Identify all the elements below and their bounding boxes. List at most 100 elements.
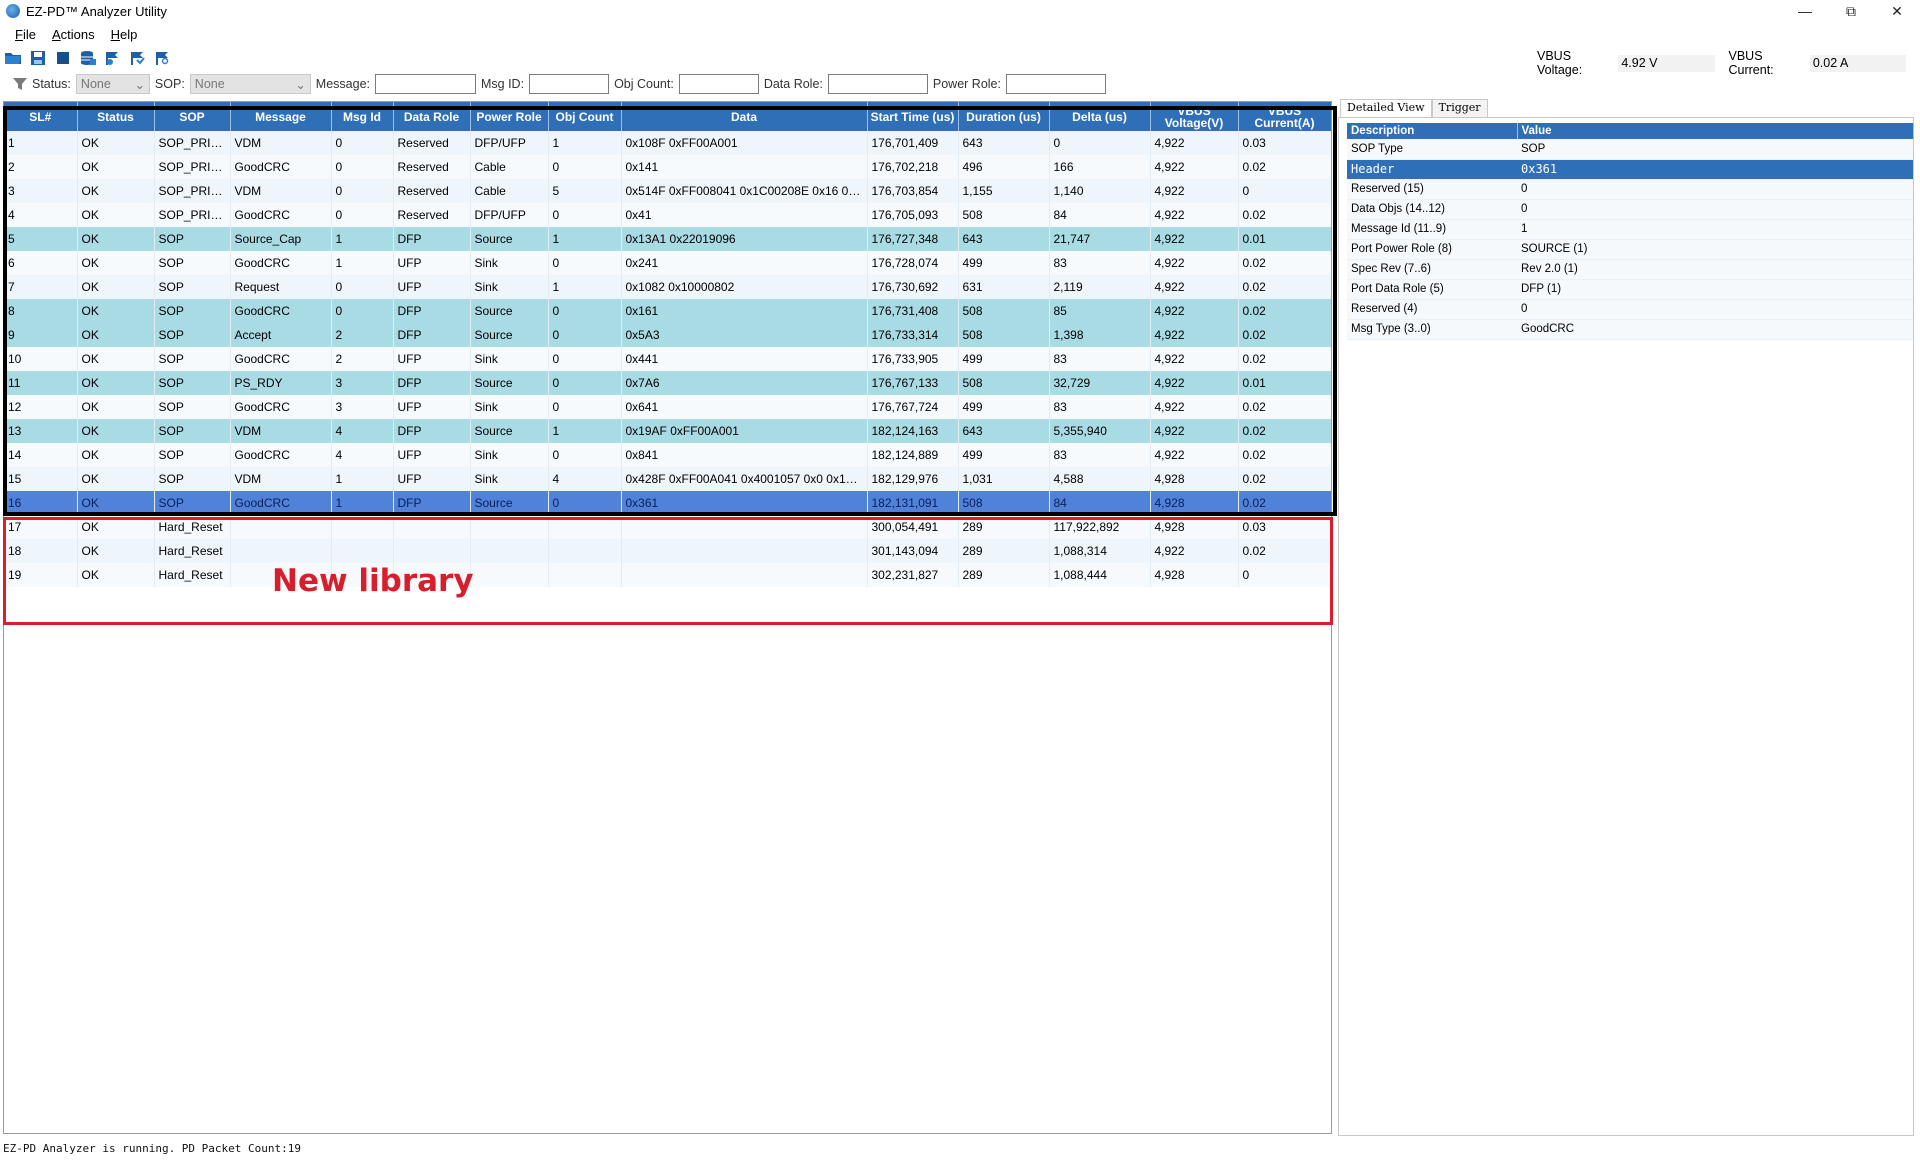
save-icon[interactable] xyxy=(27,48,49,68)
table-row[interactable]: 11 OK SOP PS_RDY 3 DFP Source 0 0x7A6 176,767,133… xyxy=(4,371,1331,395)
table-row[interactable]: 8 OK SOP GoodCRC 0 DFP Source 0 0x161 176,731,408… xyxy=(4,299,1331,323)
table-cell: 4,922 xyxy=(1150,203,1239,227)
table-cell: Source xyxy=(470,419,549,443)
open-folder-icon[interactable] xyxy=(2,48,24,68)
column-header[interactable]: Status xyxy=(77,102,155,131)
table-cell: 4,928 xyxy=(1150,467,1239,491)
table-cell: Reserved xyxy=(393,131,471,155)
status-filter-select[interactable]: None ⌄ xyxy=(75,74,150,94)
message-filter-input[interactable] xyxy=(375,74,476,94)
table-row[interactable]: 17 OK Hard_Reset 300,054,491 289 117,922,892 4… xyxy=(4,515,1331,539)
table-row[interactable]: 5 OK SOP Source_Cap 1 DFP Source 1 0x13A1 0x2201… xyxy=(4,227,1331,251)
table-cell xyxy=(470,515,549,539)
close-button[interactable]: ✕ xyxy=(1874,0,1920,22)
table-cell: GoodCRC xyxy=(230,395,332,419)
detail-row[interactable]: Reserved (4) 0 xyxy=(1347,299,1913,320)
table-row[interactable]: 19 OK Hard_Reset 302,231,827 289 1,088,444 4,9… xyxy=(4,563,1331,587)
table-row[interactable]: 18 OK Hard_Reset 301,143,094 289 1,088,314 4,9… xyxy=(4,539,1331,563)
column-header[interactable]: Start Time (us) xyxy=(867,102,959,131)
detail-row[interactable]: Msg Type (3..0) GoodCRC xyxy=(1347,319,1913,340)
trigger-flag-icon[interactable] xyxy=(102,48,124,68)
table-cell: GoodCRC xyxy=(230,491,332,515)
detail-row[interactable]: Spec Rev (7..6) Rev 2.0 (1) xyxy=(1347,259,1913,280)
database-icon[interactable] xyxy=(77,48,99,68)
table-cell: 0x1082 0x10000802 xyxy=(621,275,868,299)
minimize-button[interactable]: — xyxy=(1782,0,1828,22)
detail-row[interactable]: SOP Type SOP xyxy=(1347,139,1913,160)
detail-row[interactable]: Header 0x361 xyxy=(1347,159,1913,180)
table-cell: SOP_PRIME xyxy=(154,203,231,227)
table-row[interactable]: 1 OK SOP_PRIME VDM 0 Reserved DFP/UFP 1 0x108F 0… xyxy=(4,131,1331,155)
table-cell: 9 xyxy=(4,323,78,347)
table-cell: UFP xyxy=(393,467,471,491)
menu-help[interactable]: Help xyxy=(103,27,146,42)
menu-actions[interactable]: Actions xyxy=(44,27,103,42)
detail-row[interactable]: Message Id (11..9) 1 xyxy=(1347,219,1913,240)
table-row-selected[interactable]: 16 OK SOP GoodCRC 1 DFP Source 0 0x361 182,131,09… xyxy=(4,491,1331,515)
table-cell: 83 xyxy=(1049,443,1151,467)
table-row[interactable]: 10 OK SOP GoodCRC 2 UFP Sink 0 0x441 176,733,905 4… xyxy=(4,347,1331,371)
trigger-flag-alt-icon[interactable] xyxy=(127,48,149,68)
objcount-filter-input[interactable] xyxy=(678,74,759,94)
column-header[interactable]: Data Role xyxy=(393,102,471,131)
column-header[interactable]: Msg Id xyxy=(331,102,394,131)
menu-file[interactable]: File xyxy=(0,27,44,42)
column-header[interactable]: Obj Count xyxy=(548,102,622,131)
column-header[interactable]: Power Role xyxy=(470,102,549,131)
detail-row[interactable]: Data Objs (14..12) 0 xyxy=(1347,199,1913,220)
table-cell: 1 xyxy=(548,275,622,299)
detail-description: Reserved (4) xyxy=(1347,299,1517,320)
column-header[interactable]: SOP xyxy=(154,102,231,131)
table-row[interactable]: 4 OK SOP_PRIME GoodCRC 0 Reserved DFP/UFP 0 0x41… xyxy=(4,203,1331,227)
sop-filter-select[interactable]: None ⌄ xyxy=(189,74,311,94)
column-header[interactable]: Delta (us) xyxy=(1049,102,1151,131)
table-cell: 0.02 xyxy=(1238,491,1331,515)
table-row[interactable]: 15 OK SOP VDM 1 UFP Sink 4 0x428F 0xFF00A041 0x4… xyxy=(4,467,1331,491)
column-header[interactable]: VBUS Voltage(V) xyxy=(1150,102,1239,131)
table-row[interactable]: 2 OK SOP_PRIME GoodCRC 0 Reserved Cable 0 0x141 1… xyxy=(4,155,1331,179)
table-cell: 4,922 xyxy=(1150,275,1239,299)
restore-button[interactable]: ⧉ xyxy=(1828,0,1874,22)
detail-col-description: Description xyxy=(1347,123,1518,139)
table-cell: OK xyxy=(77,539,155,563)
table-row[interactable]: 13 OK SOP VDM 4 DFP Source 1 0x19AF 0xFF00A001 18… xyxy=(4,419,1331,443)
datarole-filter-input[interactable] xyxy=(827,74,928,94)
app-window: EZ-PD™ Analyzer Utility — ⧉ ✕ File Actio… xyxy=(0,0,1920,1160)
table-cell xyxy=(393,539,471,563)
table-cell xyxy=(548,563,622,587)
detail-row[interactable]: Port Power Role (8) SOURCE (1) xyxy=(1347,239,1913,260)
table-row[interactable]: 14 OK SOP GoodCRC 4 UFP Sink 0 0x841 182,124,889 4… xyxy=(4,443,1331,467)
table-row[interactable]: 12 OK SOP GoodCRC 3 UFP Sink 0 0x641 176,767,724 4… xyxy=(4,395,1331,419)
table-cell: 4,922 xyxy=(1150,419,1239,443)
table-cell: 5,355,940 xyxy=(1049,419,1151,443)
stop-icon[interactable] xyxy=(52,48,74,68)
search-flag-icon[interactable] xyxy=(152,48,174,68)
msgid-filter-input[interactable] xyxy=(529,74,610,94)
table-cell: DFP xyxy=(393,299,471,323)
column-header[interactable]: Message xyxy=(230,102,332,131)
objcount-filter-label: Obj Count: xyxy=(614,77,674,91)
tab-trigger[interactable]: Trigger xyxy=(1431,99,1488,117)
packet-grid-pane[interactable]: SL# Status SOP Message Msg Id Data Role Power … xyxy=(3,101,1332,1134)
table-cell: 176,733,905 xyxy=(867,347,959,371)
column-header[interactable]: Data xyxy=(621,102,868,131)
detail-table: Description Value SOP Type SOP Header 0x361… xyxy=(1347,123,1914,340)
table-cell: GoodCRC xyxy=(230,155,332,179)
table-cell: UFP xyxy=(393,275,471,299)
detail-row[interactable]: Reserved (15) 0 xyxy=(1347,179,1913,200)
column-header[interactable]: Duration (us) xyxy=(958,102,1050,131)
column-header[interactable]: SL# xyxy=(4,102,78,131)
column-header[interactable]: VBUS Current(A) xyxy=(1238,102,1331,131)
table-cell: 496 xyxy=(958,155,1050,179)
table-cell: Sink xyxy=(470,443,549,467)
table-cell: SOP_PRIME xyxy=(154,179,231,203)
tab-detailed-view[interactable]: Detailed View xyxy=(1340,99,1432,117)
table-row[interactable]: 9 OK SOP Accept 2 DFP Source 0 0x5A3 176,733,314 5… xyxy=(4,323,1331,347)
table-cell: 0x241 xyxy=(621,251,868,275)
table-row[interactable]: 3 OK SOP_PRIME VDM 0 Reserved Cable 5 0x514F 0xF… xyxy=(4,179,1331,203)
detail-row[interactable]: Port Data Role (5) DFP (1) xyxy=(1347,279,1913,300)
table-row[interactable]: 6 OK SOP GoodCRC 1 UFP Sink 0 0x241 176,728,074 49… xyxy=(4,251,1331,275)
table-row[interactable]: 7 OK SOP Request 0 UFP Sink 1 0x1082 0x10000802 1… xyxy=(4,275,1331,299)
powerrole-filter-input[interactable] xyxy=(1005,74,1106,94)
filter-funnel-icon[interactable] xyxy=(12,76,28,92)
